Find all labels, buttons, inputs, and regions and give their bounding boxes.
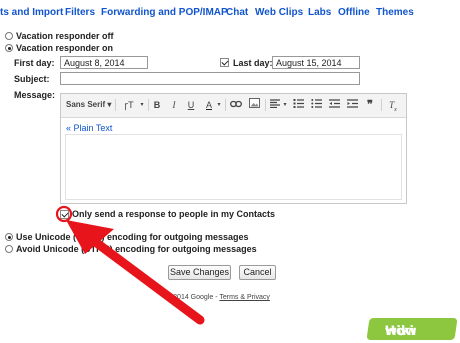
toolbar-divider bbox=[265, 99, 266, 111]
toolbar-divider bbox=[115, 99, 116, 111]
bulleted-list-button[interactable] bbox=[309, 98, 323, 112]
quote-button[interactable]: ❞ bbox=[363, 98, 377, 112]
font-size-icon: ꞅT bbox=[124, 100, 134, 110]
avoid-unicode-radio[interactable] bbox=[5, 245, 13, 253]
contacts-only-checkbox[interactable] bbox=[60, 210, 69, 219]
quote-icon: ❞ bbox=[367, 99, 373, 111]
chevron-down-icon: ▾ bbox=[107, 100, 112, 109]
tab-accounts-and-import[interactable]: ts and Import bbox=[0, 7, 63, 18]
plain-text-link[interactable]: « Plain Text bbox=[66, 123, 112, 133]
image-icon bbox=[248, 98, 260, 108]
text-color-icon: A bbox=[205, 100, 212, 110]
tab-filters[interactable]: Filters bbox=[65, 7, 95, 18]
save-changes-button[interactable]: Save Changes bbox=[168, 265, 231, 280]
indent-less-button[interactable] bbox=[327, 98, 341, 112]
vacation-off-radio[interactable] bbox=[5, 32, 13, 40]
settings-tabs: ts and Import Filters Forwarding and POP… bbox=[0, 0, 460, 26]
use-unicode-label: Use Unicode (UTF-8) encoding for outgoin… bbox=[16, 232, 249, 242]
terms-privacy-link[interactable]: Terms & Privacy bbox=[219, 294, 270, 301]
last-day-label: Last day: bbox=[233, 58, 273, 68]
toolbar-divider bbox=[225, 99, 226, 111]
link-icon bbox=[230, 100, 242, 108]
vacation-on-radio[interactable] bbox=[5, 44, 13, 52]
wikihow-watermark: wiki How bbox=[366, 318, 458, 340]
message-editor: Sans Serif ▾ ꞅT ▾ B I U A ▾ ▾ ❞ Tx « Pla… bbox=[60, 93, 407, 204]
font-size-button[interactable]: ꞅT bbox=[120, 98, 138, 112]
tab-web-clips[interactable]: Web Clips bbox=[255, 7, 303, 18]
vacation-on-label: Vacation responder on bbox=[16, 43, 114, 53]
italic-button[interactable]: I bbox=[168, 98, 180, 112]
chevron-down-icon: ▾ bbox=[283, 102, 287, 108]
last-day-checkbox[interactable] bbox=[220, 58, 229, 67]
remove-formatting-button[interactable]: Tx bbox=[386, 98, 400, 113]
font-family-select[interactable]: Sans Serif ▾ bbox=[66, 98, 111, 112]
image-button[interactable] bbox=[247, 98, 261, 112]
message-label: Message: bbox=[14, 90, 56, 100]
last-day-input[interactable] bbox=[272, 56, 360, 69]
chevron-down-icon: ▾ bbox=[217, 102, 221, 108]
vacation-off-label: Vacation responder off bbox=[16, 31, 114, 41]
first-day-label: First day: bbox=[14, 58, 55, 68]
message-body-input[interactable] bbox=[65, 134, 402, 200]
footer: ©2014 Google - Terms & Privacy bbox=[168, 294, 270, 301]
copyright-text: ©2014 Google - bbox=[168, 294, 218, 301]
bold-button[interactable]: B bbox=[151, 98, 163, 112]
underline-button[interactable]: U bbox=[185, 98, 197, 112]
tab-themes[interactable]: Themes bbox=[376, 7, 414, 18]
contacts-only-label: Only send a response to people in my Con… bbox=[72, 209, 276, 219]
link-button[interactable] bbox=[229, 98, 243, 112]
subject-input[interactable] bbox=[60, 72, 360, 85]
toolbar-divider bbox=[148, 99, 149, 111]
tab-offline[interactable]: Offline bbox=[338, 7, 370, 18]
indent-more-icon bbox=[346, 99, 358, 108]
tab-chat[interactable]: Chat bbox=[226, 7, 248, 18]
formatting-toolbar: Sans Serif ▾ ꞅT ▾ B I U A ▾ ▾ ❞ Tx bbox=[61, 94, 406, 118]
use-unicode-radio[interactable] bbox=[5, 233, 13, 241]
numbered-list-button[interactable] bbox=[291, 98, 305, 112]
first-day-input[interactable] bbox=[60, 56, 148, 69]
align-button[interactable] bbox=[268, 98, 282, 112]
avoid-unicode-label: Avoid Unicode (UTF-8) encoding for outgo… bbox=[16, 244, 257, 254]
chevron-down-icon: ▾ bbox=[140, 102, 144, 108]
cancel-button[interactable]: Cancel bbox=[239, 265, 276, 280]
tab-forwarding[interactable]: Forwarding and POP/IMAP bbox=[101, 7, 228, 18]
align-left-icon bbox=[270, 99, 280, 109]
indent-less-icon bbox=[328, 99, 340, 108]
subject-label: Subject: bbox=[14, 74, 50, 84]
font-family-label: Sans Serif bbox=[66, 100, 106, 109]
remove-formatting-icon: Tx bbox=[389, 100, 397, 113]
text-color-button[interactable]: A bbox=[202, 98, 216, 112]
tab-labs[interactable]: Labs bbox=[308, 7, 331, 18]
bulleted-list-icon bbox=[310, 99, 322, 108]
indent-more-button[interactable] bbox=[345, 98, 359, 112]
toolbar-divider bbox=[381, 99, 382, 111]
numbered-list-icon bbox=[293, 99, 304, 108]
